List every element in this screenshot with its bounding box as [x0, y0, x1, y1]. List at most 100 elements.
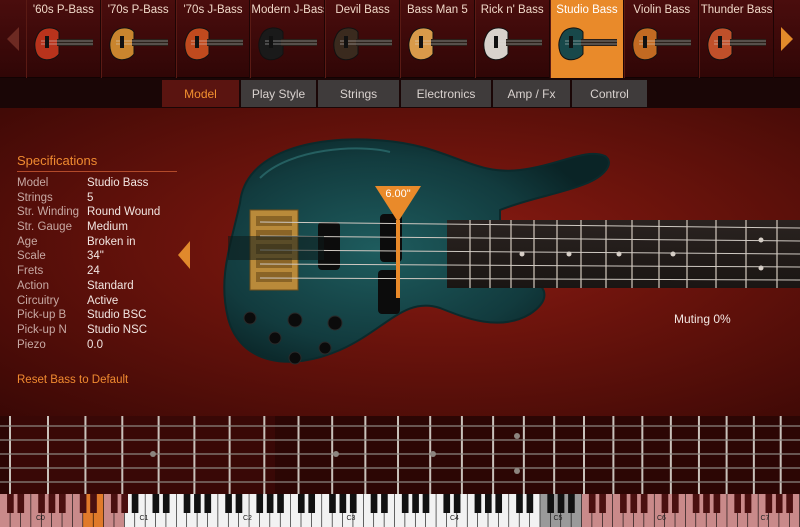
previous-view-arrow-icon[interactable]: [178, 241, 190, 269]
octave-label: C3: [346, 515, 356, 522]
fret-marker-dot: [430, 451, 436, 457]
black-key: [17, 494, 25, 513]
spec-row: Str. Gauge Medium: [17, 220, 177, 235]
black-key: [329, 494, 336, 513]
black-key: [547, 494, 554, 513]
spec-key: Piezo: [17, 338, 46, 351]
bass-tile[interactable]: '70s P-Bass: [100, 0, 176, 78]
black-key: [453, 494, 461, 513]
tab-amp-fx[interactable]: Amp / Fx: [493, 80, 570, 107]
bass-thumbnail-icon: [707, 27, 767, 61]
spec-value: 34": [87, 250, 104, 263]
octave-label: C0: [36, 515, 45, 522]
octave-label: C1: [139, 515, 149, 522]
piano-keyboard[interactable]: [0, 494, 800, 527]
bass-tile-label: '60s P-Bass: [32, 4, 94, 16]
fret-marker-dot: [150, 451, 156, 457]
tab-control[interactable]: Control: [572, 80, 647, 107]
black-key: [713, 494, 721, 513]
black-key: [204, 494, 212, 513]
bass-tile-label: Violin Bass: [633, 4, 691, 16]
scroll-right-button[interactable]: [774, 0, 800, 78]
muting-value: Muting 0%: [674, 312, 731, 326]
black-key: [162, 494, 170, 513]
bass-thumbnail-icon: [258, 27, 318, 61]
black-key: [526, 494, 534, 513]
fretboard-view[interactable]: [0, 416, 800, 496]
black-key: [412, 494, 419, 513]
bass-tile[interactable]: Devil Bass: [325, 0, 400, 78]
black-key: [131, 494, 139, 513]
spec-value: Round Wound: [87, 206, 161, 219]
spec-key: Model: [17, 177, 49, 189]
bass-thumbnail-icon: [408, 27, 467, 61]
bass-tile-label: Modern J-Bass: [251, 4, 326, 16]
bass-tile[interactable]: Modern J-Bass: [250, 0, 326, 78]
black-key: [183, 494, 191, 513]
black-key: [557, 494, 565, 513]
bass-tile[interactable]: Bass Man 5: [399, 0, 475, 78]
black-key: [381, 494, 388, 513]
bass-tile[interactable]: '70s J-Bass: [175, 0, 251, 78]
black-key: [484, 494, 492, 513]
octave-label: C2: [243, 515, 252, 522]
bass-tile-label: '70s P-Bass: [107, 4, 169, 16]
black-key: [401, 494, 409, 513]
black-key: [630, 494, 638, 513]
spec-row: Action Standard: [17, 279, 177, 294]
fret-marker-dot: [333, 451, 339, 457]
bass-list: '60s P-Bass '70s P-Bass '70s J-Bass Modern …: [26, 0, 774, 78]
spec-key: Str. Winding: [17, 206, 79, 219]
bass-tile-label: Studio Bass: [556, 4, 618, 16]
pick-position-slider[interactable]: [373, 184, 423, 299]
bass-tile-label: Bass Man 5: [407, 4, 468, 16]
black-key: [620, 494, 627, 513]
bass-thumbnail-icon: [333, 27, 393, 61]
spec-key: Age: [17, 235, 38, 248]
specifications-list: Model Studio Bass Strings 5 Str. Winding Roun…: [17, 176, 177, 352]
black-key: [38, 494, 45, 513]
black-key: [422, 494, 430, 513]
bass-tile[interactable]: Violin Bass: [624, 0, 700, 78]
bass-tile[interactable]: '60s P-Bass: [26, 0, 101, 78]
spec-value: Active: [87, 294, 119, 307]
tab-model[interactable]: Model: [162, 80, 239, 107]
black-key: [339, 494, 347, 513]
spec-key: Str. Gauge: [17, 221, 72, 234]
octave-label: C5: [553, 515, 563, 522]
reset-bass-button[interactable]: Reset Bass to Default: [17, 374, 128, 386]
black-key: [744, 494, 752, 513]
spec-row: Scale 34": [17, 249, 177, 264]
black-key: [786, 494, 793, 513]
black-key: [640, 494, 648, 513]
bass-tile-label: Thunder Bass: [700, 4, 773, 16]
black-key: [297, 494, 305, 513]
tab-electronics[interactable]: Electronics: [401, 80, 491, 107]
bass-tile[interactable]: Thunder Bass: [699, 0, 774, 78]
black-key: [692, 494, 700, 513]
spec-row: Piezo 0.0: [17, 338, 177, 353]
black-key: [308, 494, 316, 513]
bass-tile-label: Devil Bass: [335, 4, 390, 16]
tab-play-style[interactable]: Play Style: [241, 80, 316, 107]
spec-value: 5: [87, 191, 94, 204]
spec-value: Medium: [87, 221, 128, 234]
black-key: [599, 494, 606, 513]
black-key: [121, 494, 128, 513]
black-key: [48, 494, 56, 513]
bass-tile[interactable]: Studio Bass: [549, 0, 625, 78]
spec-value: Standard: [87, 279, 134, 292]
octave-label: C6: [657, 515, 666, 522]
black-key: [59, 494, 66, 513]
black-key: [661, 494, 669, 513]
spec-key: Pick-up N: [17, 323, 67, 336]
black-key: [235, 494, 243, 513]
bass-guitar-image: [223, 138, 800, 365]
black-key: [672, 494, 679, 513]
bass-tile[interactable]: Rick n' Bass: [474, 0, 550, 78]
spec-row: Age Broken in: [17, 235, 177, 250]
spec-key: Scale: [17, 250, 46, 263]
tab-strings[interactable]: Strings: [318, 80, 399, 107]
scroll-left-button[interactable]: [0, 0, 26, 78]
black-key: [734, 494, 741, 513]
